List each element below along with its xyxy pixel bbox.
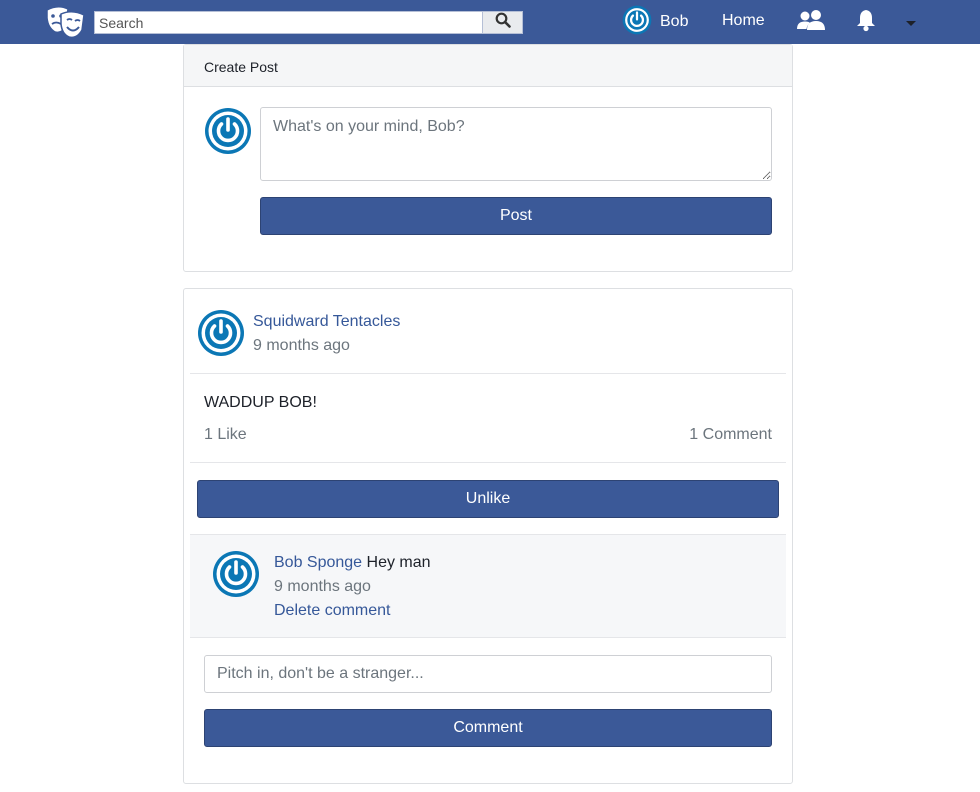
comment-list-item: Bob Sponge Hey man 9 months ago Delete c… [190, 534, 786, 638]
avatar [622, 5, 652, 40]
search-icon [495, 12, 511, 33]
post-card: Squidward Tentacles 9 months ago WADDUP … [183, 288, 793, 784]
logo-masks-icon[interactable] [44, 4, 88, 40]
nav-home-link[interactable]: Home [722, 12, 765, 30]
create-post-header: Create Post [184, 45, 792, 87]
post-button[interactable]: Post [260, 197, 772, 235]
caret-down-icon[interactable] [906, 14, 916, 32]
comment-input[interactable] [204, 655, 772, 693]
divider [190, 534, 786, 535]
search-button[interactable] [482, 11, 523, 34]
comments-count-link[interactable]: 1 Comment [689, 426, 772, 444]
avatar[interactable] [212, 550, 260, 603]
divider [190, 637, 786, 638]
delete-comment-link[interactable]: Delete comment [274, 602, 391, 620]
divider [190, 373, 786, 374]
comment-timestamp: 9 months ago [274, 578, 371, 595]
post-textarea[interactable] [260, 107, 772, 181]
unlike-button[interactable]: Unlike [197, 480, 779, 518]
divider [190, 462, 786, 463]
likes-count-link[interactable]: 1 Like [204, 426, 247, 444]
post-timestamp: 9 months ago [253, 337, 350, 354]
nav-user-name: Bob [660, 13, 689, 30]
post-author-link[interactable]: Squidward Tentacles [253, 313, 400, 331]
top-navbar: Bob Home [0, 0, 980, 44]
avatar[interactable] [197, 309, 245, 362]
comment-author-link[interactable]: Bob Sponge [274, 554, 362, 571]
create-post-card: Create Post Post [183, 44, 793, 272]
comment-text: Hey man [366, 554, 431, 571]
post-body: WADDUP BOB! [204, 394, 317, 411]
comment-content: Bob Sponge Hey man [274, 554, 431, 572]
comment-button[interactable]: Comment [204, 709, 772, 747]
search-input[interactable] [94, 11, 482, 34]
avatar [204, 107, 252, 160]
bell-icon[interactable] [856, 8, 876, 37]
nav-profile-link[interactable]: Bob [622, 5, 689, 40]
friends-icon[interactable] [796, 9, 826, 36]
